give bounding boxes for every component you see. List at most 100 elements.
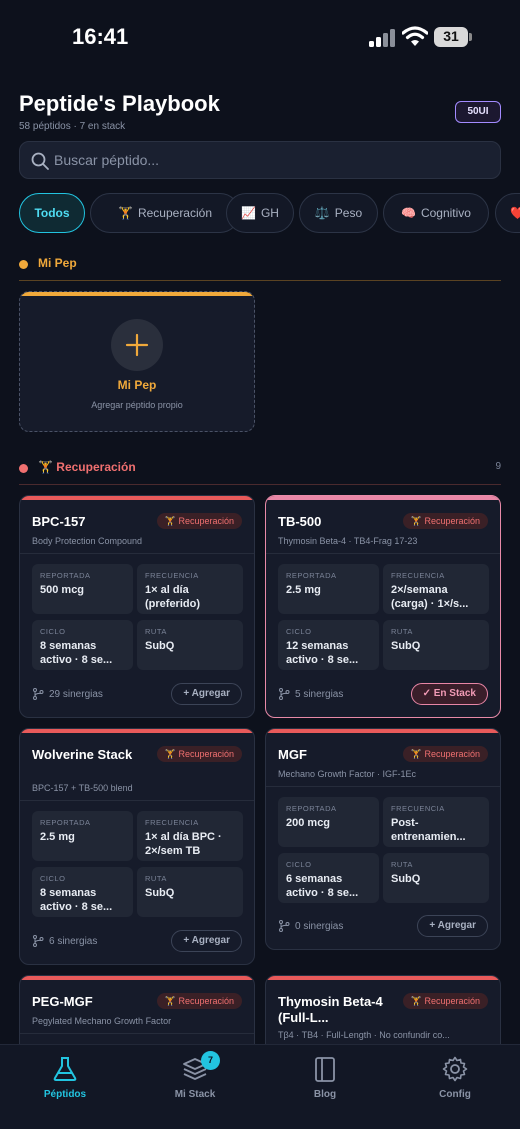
synergies[interactable]: 0 sinergias (278, 920, 343, 932)
cell-value: SubQ (391, 873, 421, 885)
section-title: 🏋 Recuperación (38, 460, 136, 474)
peptide-card[interactable]: MGF 🏋 Recuperación Mechano Growth Factor… (265, 728, 501, 950)
search-input[interactable] (54, 142, 494, 178)
filter-chip-peso[interactable]: ⚖️ Peso (299, 193, 378, 233)
cell-value: 1× al día BPC · 2×/sem TB (145, 831, 222, 857)
card-accent-bar (20, 292, 254, 296)
cell-label: REPORTADA (40, 571, 91, 580)
peptide-card[interactable]: TB-500 🏋 Recuperación Thymosin Beta-4 · … (265, 495, 501, 718)
add-to-stack-button[interactable]: + Agregar (171, 683, 242, 705)
synergies-count: 29 sinergias (49, 688, 103, 700)
peptide-name: MGF (278, 747, 307, 762)
cell-value: 2×/semana (carga) · 1×/s... (391, 584, 469, 610)
synergies[interactable]: 5 sinergias (278, 688, 343, 700)
dose-cell: REPORTADA 2.5 mg (278, 564, 379, 614)
filter-chip-label: Recuperación (137, 206, 212, 220)
ui-version-badge[interactable]: 50UI (455, 101, 501, 123)
cell-label: CICLO (40, 874, 66, 883)
section-title-text: Recuperación (56, 460, 136, 474)
search-bar[interactable] (19, 141, 501, 179)
cell-value: 200 mcg (286, 817, 331, 829)
card-divider (266, 786, 500, 787)
card-accent-bar (266, 976, 500, 980)
peptide-name: BPC-157 (32, 514, 86, 529)
peptide-fullname: Pegylated Mechano Growth Factor (32, 1016, 172, 1026)
add-to-stack-button[interactable]: + Agregar (417, 915, 488, 937)
peptide-card[interactable]: BPC-157 🏋 Recuperación Body Protection C… (19, 495, 255, 718)
cell-value: 8 semanas activo · 8 se... (40, 887, 113, 913)
filter-chip-recuperacion[interactable]: 🏋 Recuperación (90, 193, 240, 233)
card-divider (20, 1033, 254, 1034)
cell-label: REPORTADA (286, 571, 337, 580)
peptide-name: PEG-MGF (32, 994, 93, 1009)
page-subtitle: 58 péptidos · 7 en stack (19, 121, 126, 132)
branch-icon (279, 920, 290, 932)
category-tag: 🏋 Recuperación (402, 513, 488, 529)
book-icon (315, 1057, 335, 1082)
filter-chip-cognitivo[interactable]: 🧠 Cognitivo (383, 193, 489, 233)
filter-chip-label: Todos (34, 206, 70, 220)
cell-label: REPORTADA (286, 804, 337, 813)
filter-chip-label: GH (260, 206, 279, 220)
synergies[interactable]: 29 sinergias (32, 688, 103, 700)
cell-label: RUTA (391, 627, 413, 636)
page-title: Peptide's Playbook (19, 91, 220, 116)
cell-label: RUTA (391, 860, 413, 869)
branch-icon (33, 688, 44, 700)
route-cell: RUTA SubQ (137, 620, 243, 670)
card-title: Mi Pep (117, 378, 157, 392)
in-stack-button[interactable]: ✓ En Stack (410, 683, 488, 705)
cell-label: FRECUENCIA (391, 804, 445, 813)
add-custom-peptide-card[interactable]: Mi Pep Agregar péptido propio (19, 291, 255, 432)
cell-label: RUTA (145, 874, 167, 883)
peptide-fullname: Tβ4 · TB4 · Full-Length · No confundir c… (278, 1030, 450, 1040)
cell-label: CICLO (40, 627, 66, 636)
tab-label: Péptidos (43, 1089, 87, 1100)
cell-value: SubQ (145, 640, 175, 652)
frequency-cell: FRECUENCIA 1× al día (preferido) (137, 564, 243, 614)
filter-chip-gh[interactable]: 📈 GH (226, 193, 294, 233)
cycle-cell: CICLO 6 semanas activo · 8 se... (278, 853, 379, 903)
peptide-card[interactable]: Wolverine Stack 🏋 Recuperación BPC-157 +… (19, 728, 255, 965)
peptide-fullname: Body Protection Compound (32, 536, 143, 546)
cell-value: 2.5 mg (286, 584, 321, 596)
cell-value: 500 mcg (40, 584, 85, 596)
cell-value: Post-entrenamien... (391, 817, 466, 843)
wifi-icon (402, 26, 428, 46)
filter-chip-heart[interactable]: ❤️ (495, 193, 520, 233)
synergies-count: 5 sinergias (295, 688, 344, 700)
cell-label: RUTA (145, 627, 167, 636)
card-accent-bar (20, 496, 254, 500)
section-count: 9 (495, 461, 501, 472)
gear-icon (442, 1056, 468, 1082)
add-to-stack-button[interactable]: + Agregar (171, 930, 242, 952)
section-header-recuperacion: 🏋 Recuperación 9 (19, 458, 501, 480)
synergies-count: 0 sinergias (295, 920, 344, 932)
route-cell: RUTA SubQ (383, 853, 489, 903)
peptide-fullname: Thymosin Beta-4 · TB4-Frag 17-23 (278, 536, 418, 546)
cell-value: SubQ (145, 887, 175, 899)
tab-peptidos[interactable]: Péptidos (0, 1045, 130, 1115)
filter-chips: Todos 🏋 Recuperación 📈 GH ⚖️ Peso 🧠 Cogn… (19, 193, 520, 233)
weightlifter-icon: 🏋 (118, 206, 133, 220)
tab-label: Mi Stack (174, 1089, 216, 1100)
tab-blog[interactable]: Blog (260, 1045, 390, 1115)
peptide-name: TB-500 (278, 514, 322, 529)
category-tag: 🏋 Recuperación (402, 993, 488, 1009)
card-divider (20, 553, 254, 554)
cycle-cell: CICLO 8 semanas activo · 8 se... (32, 867, 133, 917)
cell-value: 2.5 mg (40, 831, 75, 843)
filter-chip-todos[interactable]: Todos (19, 193, 85, 233)
frequency-cell: FRECUENCIA 1× al día BPC · 2×/sem TB (137, 811, 243, 861)
section-divider (19, 484, 501, 485)
peptide-name: Thymosin Beta-4 (Full-L... (278, 994, 383, 1025)
tab-mi-stack[interactable]: 7 Mi Stack (130, 1045, 260, 1115)
cell-label: REPORTADA (40, 818, 91, 827)
category-tag: 🏋 Recuperación (156, 993, 242, 1009)
cell-label: CICLO (286, 627, 312, 636)
synergies[interactable]: 6 sinergias (32, 935, 97, 947)
weightlifter-icon: 🏋 (38, 460, 53, 474)
section-divider (19, 280, 501, 281)
tab-config[interactable]: Config (390, 1045, 520, 1115)
section-title: Mi Pep (38, 256, 77, 270)
